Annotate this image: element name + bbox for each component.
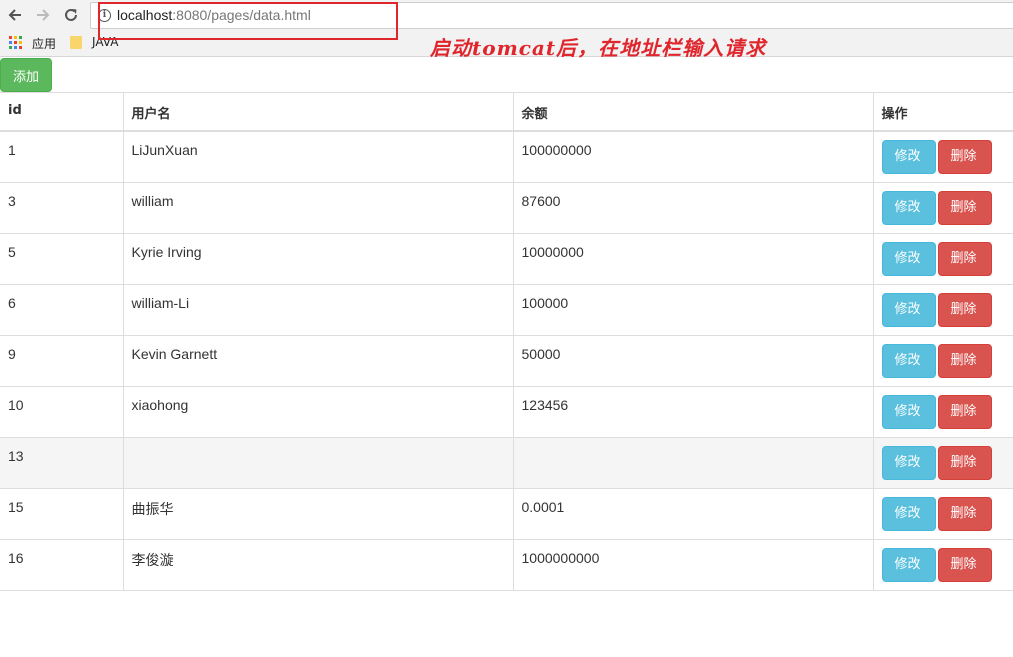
cell-balance: 10000000 [512,232,873,284]
cell-actions: 修改 删除 [872,232,1013,284]
cell-username: william [122,181,513,233]
table-header-row: id 用户名 余额 操作 [0,92,1013,132]
bookmark-apps[interactable]: 应用 [32,35,56,52]
cell-id: 3 [0,181,123,233]
table-row: 5 Kyrie Irving 10000000 修改 删除 [0,232,1013,284]
edit-button[interactable]: 修改 [881,190,936,225]
table-row: 3 william 87600 修改 删除 [0,181,1013,233]
table-row: 6 william-Li 100000 修改 删除 [0,283,1013,335]
cell-balance: 1000000000 [512,538,873,591]
annotation-text: 启动tomcat后，在地址栏输入请求 [430,36,767,60]
delete-button[interactable]: 删除 [937,343,992,378]
cell-username: 曲振华 [122,487,513,539]
cell-actions: 修改 删除 [872,538,1013,591]
arrow-left-icon [8,9,21,21]
cell-username: 李俊漩 [122,538,513,591]
delete-button[interactable]: 删除 [937,547,992,582]
cell-id: 5 [0,232,123,284]
edit-button[interactable]: 修改 [881,394,936,429]
cell-actions: 修改 删除 [872,130,1013,182]
cell-balance: 100000000 [512,130,873,182]
arrow-right-icon [37,9,50,21]
cell-actions: 修改 删除 [872,283,1013,335]
delete-button[interactable]: 删除 [937,496,992,531]
cell-id: 6 [0,283,123,335]
delete-button[interactable]: 删除 [937,190,992,225]
cell-balance: 100000 [512,283,873,335]
edit-button[interactable]: 修改 [881,496,936,531]
cell-balance [512,436,873,488]
edit-button[interactable]: 修改 [881,292,936,327]
table-row: 16 李俊漩 1000000000 修改 删除 [0,538,1013,591]
cell-actions: 修改 删除 [872,181,1013,233]
add-button[interactable]: 添加 [0,58,52,92]
reload-button[interactable] [60,4,82,26]
table-row: 9 Kevin Garnett 50000 修改 删除 [0,334,1013,386]
cell-username [122,436,513,488]
delete-button[interactable]: 删除 [937,140,992,174]
edit-button[interactable]: 修改 [881,241,936,276]
folder-icon [70,36,82,49]
column-header-balance: 余额 [512,92,873,132]
cell-actions: 修改 删除 [872,385,1013,437]
cell-username: LiJunXuan [122,130,513,182]
table-row: 1 LiJunXuan 100000000 修改 删除 [0,130,1013,182]
cell-balance: 123456 [512,385,873,437]
cell-username: Kyrie Irving [122,232,513,284]
delete-button[interactable]: 删除 [937,394,992,429]
cell-balance: 87600 [512,181,873,233]
cell-id: 9 [0,334,123,386]
column-header-username: 用户名 [122,92,513,132]
cell-username: xiaohong [122,385,513,437]
column-header-actions: 操作 [872,92,1013,132]
cell-actions: 修改 删除 [872,436,1013,488]
table-row: 15 曲振华 0.0001 修改 删除 [0,487,1013,539]
delete-button[interactable]: 删除 [937,445,992,480]
cell-balance: 50000 [512,334,873,386]
apps-grid-icon[interactable] [9,36,22,49]
table-row: 13 修改 删除 [0,436,1013,488]
cell-username: Kevin Garnett [122,334,513,386]
delete-button[interactable]: 删除 [937,292,992,327]
edit-button[interactable]: 修改 [881,343,936,378]
column-header-id: id [0,92,123,132]
forward-button[interactable] [32,4,54,26]
delete-button[interactable]: 删除 [937,241,992,276]
edit-button[interactable]: 修改 [881,445,936,480]
edit-button[interactable]: 修改 [881,140,936,174]
cell-id: 15 [0,487,123,539]
cell-balance: 0.0001 [512,487,873,539]
edit-button[interactable]: 修改 [881,547,936,582]
cell-id: 13 [0,436,123,488]
cell-username: william-Li [122,283,513,335]
cell-actions: 修改 删除 [872,487,1013,539]
cell-id: 16 [0,538,123,591]
table-row: 10 xiaohong 123456 修改 删除 [0,385,1013,437]
users-table: id 用户名 余额 操作 1 LiJunXuan 100000000 修改 删除 3 wil… [0,92,1013,591]
reload-icon [65,8,77,21]
cell-id: 10 [0,385,123,437]
cell-actions: 修改 删除 [872,334,1013,386]
back-button[interactable] [4,4,26,26]
cell-id: 1 [0,130,123,182]
annotation-highlight-box [98,2,398,40]
